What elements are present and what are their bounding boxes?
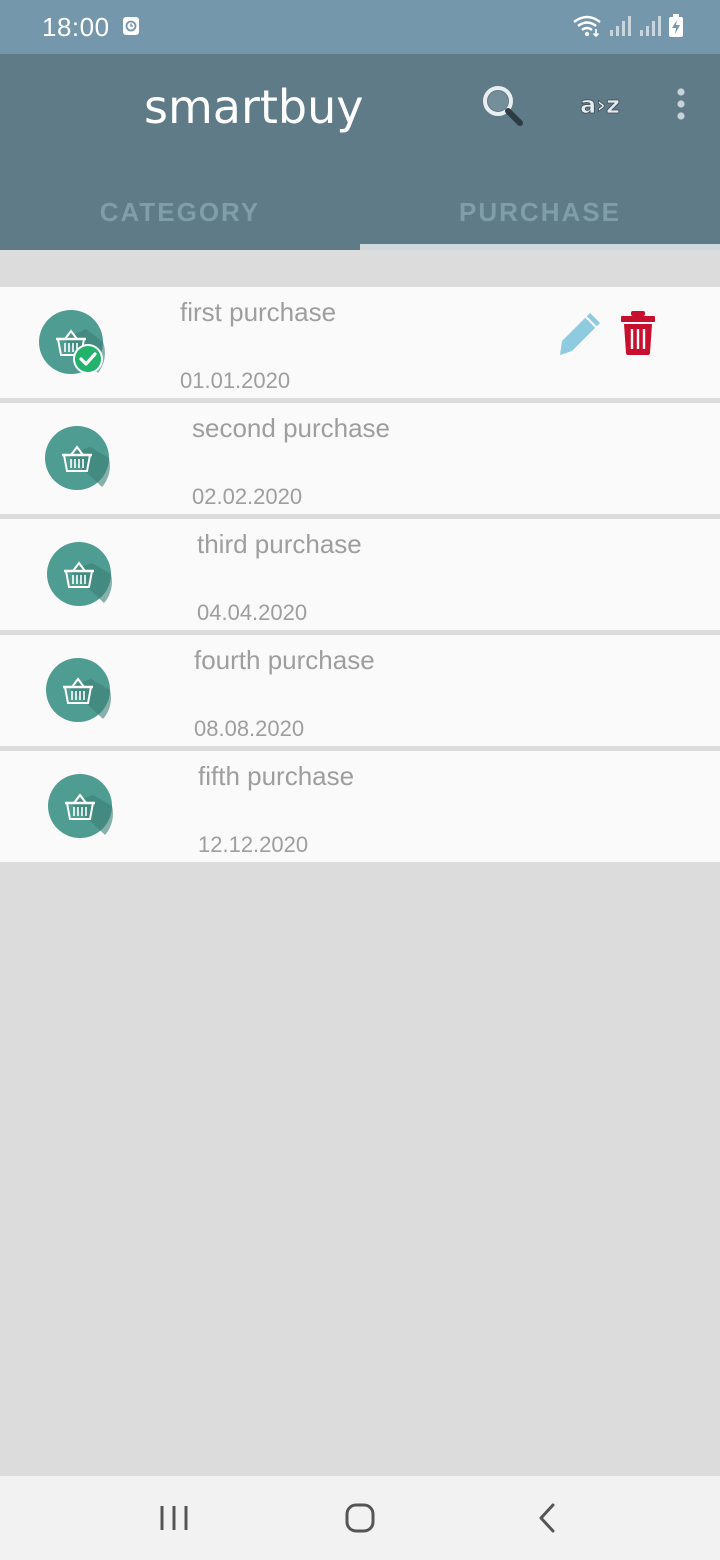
- wifi-icon: [572, 14, 602, 43]
- list-item[interactable]: fifth purchase 12.12.2020: [0, 751, 720, 862]
- purchase-date: 12.12.2020: [198, 832, 309, 857]
- purchase-date: 02.02.2020: [192, 484, 303, 509]
- home-icon: [345, 1503, 375, 1533]
- basket-icon: [44, 425, 110, 491]
- basket-icon: [46, 541, 112, 607]
- clock-icon: [122, 16, 140, 36]
- more-options-button[interactable]: [666, 84, 696, 124]
- battery-charging-icon: [668, 14, 684, 43]
- tab-indicator: [360, 244, 720, 250]
- edit-button[interactable]: [556, 309, 606, 359]
- tab-purchase[interactable]: PURCHASE: [360, 174, 720, 250]
- status-time: 18:00: [42, 12, 110, 42]
- purchase-date: 08.08.2020: [194, 716, 305, 741]
- list-item[interactable]: first purchase 01.01.2020: [0, 287, 720, 403]
- purchase-name: first purchase: [180, 297, 337, 327]
- navigation-bar: [0, 1476, 720, 1560]
- list-item[interactable]: third purchase 04.04.2020: [0, 519, 720, 635]
- list-item[interactable]: fourth purchase 08.08.2020: [0, 635, 720, 751]
- svg-text:a›z: a›z: [580, 91, 620, 119]
- search-icon: [483, 86, 523, 126]
- back-icon: [539, 1503, 555, 1533]
- purchase-name: third purchase: [197, 529, 362, 559]
- purchase-name: fourth purchase: [194, 645, 375, 675]
- list-item[interactable]: second purchase 02.02.2020: [0, 403, 720, 519]
- delete-button[interactable]: [618, 309, 658, 359]
- purchase-name: fifth purchase: [198, 761, 355, 791]
- basket-icon: [47, 773, 113, 839]
- purchase-list: first purchase 01.01.2020 second purchas…: [0, 287, 720, 862]
- recents-icon: [160, 1506, 188, 1530]
- app-title: smartbuy: [144, 80, 364, 134]
- basket-checked-icon: [38, 309, 105, 375]
- recents-button[interactable]: [154, 1498, 194, 1538]
- purchase-date: 04.04.2020: [197, 600, 308, 625]
- sort-button[interactable]: a›z: [572, 84, 628, 124]
- app-bar: smartbuy a›z CATEGORY PURCHASE: [0, 54, 720, 250]
- status-icons: [572, 14, 684, 43]
- pencil-icon: [560, 313, 600, 355]
- signal-icon: [608, 15, 632, 42]
- status-bar: 18:00: [0, 0, 720, 54]
- trash-icon: [621, 311, 655, 355]
- search-button[interactable]: [478, 82, 526, 130]
- home-button[interactable]: [340, 1498, 380, 1538]
- purchase-name: second purchase: [192, 413, 391, 443]
- signal-icon: [638, 15, 662, 42]
- more-vert-icon: [677, 88, 685, 120]
- back-button[interactable]: [528, 1498, 568, 1538]
- tab-category[interactable]: CATEGORY: [0, 174, 360, 250]
- basket-icon: [45, 657, 111, 723]
- sort-az-icon: a›z: [580, 91, 621, 120]
- purchase-date: 01.01.2020: [180, 368, 291, 393]
